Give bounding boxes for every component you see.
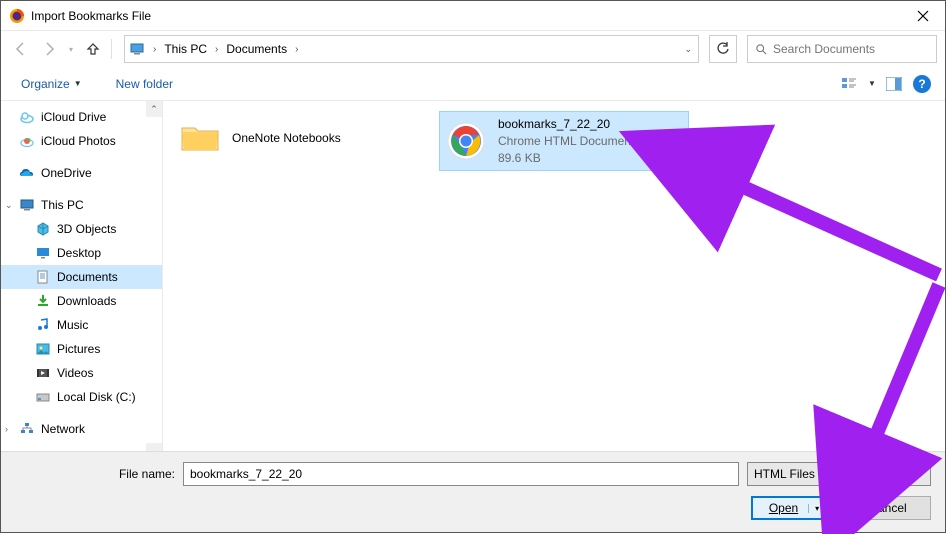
chevron-down-icon[interactable]: ⌄ [5,200,13,211]
recent-dropdown[interactable]: ▾ [65,37,77,61]
file-name: OneNote Notebooks [232,130,341,147]
3d-icon [35,221,51,237]
file-tile[interactable]: OneNote Notebooks [173,111,423,165]
network-icon [19,421,35,437]
file-grid[interactable]: OneNote Notebooks bookmarks_7_22_20Chrome… [163,101,945,459]
sidebar-item-network[interactable]: › Network [1,417,162,441]
nav-bar: ▾ › This PC › Documents › ⌄ [1,31,945,67]
filename-input[interactable] [183,462,739,486]
documents-icon [35,269,51,285]
sidebar-item-label: Documents [57,270,118,284]
firefox-icon [9,8,25,24]
sidebar-item-label: Downloads [57,294,116,308]
chevron-down-icon: ⌄ [916,469,924,480]
back-button[interactable] [9,37,33,61]
sidebar-item-label: OneDrive [41,166,92,180]
onedrive-icon [19,165,35,181]
chrome-icon [444,119,488,163]
thispc-icon [19,197,35,213]
chevron-right-icon[interactable]: › [5,424,8,434]
breadcrumb[interactable]: › This PC › Documents › ⌄ [124,35,699,63]
sidebar-item-desktop[interactable]: Desktop [1,241,162,265]
file-type-label: Chrome HTML Document [498,133,634,150]
sidebar-item-label: Videos [57,366,93,380]
window-title: Import Bookmarks File [31,9,901,23]
file-meta: bookmarks_7_22_20Chrome HTML Document89.… [498,116,634,166]
nav-separator [111,39,112,59]
sidebar-item-videos[interactable]: Videos [1,361,162,385]
view-options-button[interactable] [837,73,863,95]
chevron-right-icon[interactable]: › [151,44,158,55]
disk-icon [35,389,51,405]
search-box[interactable] [747,35,937,63]
sidebar-item-label: iCloud Photos [41,134,116,148]
sidebar-item-label: Pictures [57,342,100,356]
sidebar-item-label: Network [41,422,85,436]
filename-label: File name: [15,467,175,481]
sidebar[interactable]: ⌃ ⌄ iCloud Drive iCloud Photos OneDrive ⌄ Th… [1,101,163,459]
cancel-label: Cancel [869,501,906,515]
preview-pane-button[interactable] [881,73,907,95]
icloud-icon [19,109,35,125]
title-bar: Import Bookmarks File [1,1,945,31]
toolbar: Organize ▼ New folder ▼ ? [1,67,945,101]
file-meta: OneNote Notebooks [232,130,341,147]
view-dropdown[interactable]: ▼ [865,73,879,95]
desktop-icon [35,245,51,261]
sidebar-item-onedrive[interactable]: OneDrive [1,161,162,185]
open-label: Open [769,501,798,515]
cancel-button[interactable]: Cancel [845,496,931,520]
new-folder-button[interactable]: New folder [110,73,179,95]
up-button[interactable] [81,37,105,61]
sidebar-item-3d-objects[interactable]: 3D Objects [1,217,162,241]
help-button[interactable]: ? [913,75,931,93]
main-area: ⌃ ⌄ iCloud Drive iCloud Photos OneDrive ⌄ Th… [1,101,945,459]
open-button[interactable]: Open ▾ [751,496,837,520]
sidebar-item-label: Music [57,318,88,332]
sidebar-item-local-disk-c-[interactable]: Local Disk (C:) [1,385,162,409]
sidebar-item-label: iCloud Drive [41,110,106,124]
folder-icon [178,116,222,160]
organize-button[interactable]: Organize ▼ [15,73,88,95]
file-tile[interactable]: bookmarks_7_22_20Chrome HTML Document89.… [439,111,689,171]
sidebar-item-music[interactable]: Music [1,313,162,337]
downloads-icon [35,293,51,309]
file-size-label: 89.6 KB [498,150,634,167]
dropdown-chevron-icon: ▾ [808,504,819,513]
sidebar-item-label: 3D Objects [57,222,116,236]
refresh-button[interactable] [709,35,737,63]
new-folder-label: New folder [116,77,173,91]
sidebar-item-icloud-drive[interactable]: iCloud Drive [1,105,162,129]
sidebar-item-downloads[interactable]: Downloads [1,289,162,313]
forward-button[interactable] [37,37,61,61]
chevron-right-icon[interactable]: › [213,44,220,55]
breadcrumb-seg-1[interactable]: Documents [220,36,293,62]
file-name: bookmarks_7_22_20 [498,116,634,133]
breadcrumb-seg-0[interactable]: This PC [158,36,213,62]
search-icon [756,43,767,56]
breadcrumb-dropdown[interactable]: ⌄ [678,36,698,62]
organize-label: Organize [21,77,70,91]
chevron-right-icon[interactable]: › [293,44,300,55]
sidebar-item-label: This PC [41,198,84,212]
sidebar-item-documents[interactable]: Documents [1,265,162,289]
close-button[interactable] [901,1,945,31]
breadcrumb-pc-icon[interactable] [125,36,151,62]
sidebar-item-this-pc[interactable]: ⌄ This PC [1,193,162,217]
footer: File name: HTML Files ⌄ Open ▾ Cancel [1,451,945,532]
scroll-up-icon[interactable]: ⌃ [146,101,162,117]
icloud-photos-icon [19,133,35,149]
sidebar-item-icloud-photos[interactable]: iCloud Photos [1,129,162,153]
videos-icon [35,365,51,381]
pictures-icon [35,341,51,357]
sidebar-item-label: Desktop [57,246,101,260]
filetype-label: HTML Files [754,467,815,481]
search-input[interactable] [773,42,928,56]
sidebar-item-pictures[interactable]: Pictures [1,337,162,361]
filetype-dropdown[interactable]: HTML Files ⌄ [747,462,931,486]
sidebar-item-label: Local Disk (C:) [57,390,136,404]
music-icon [35,317,51,333]
